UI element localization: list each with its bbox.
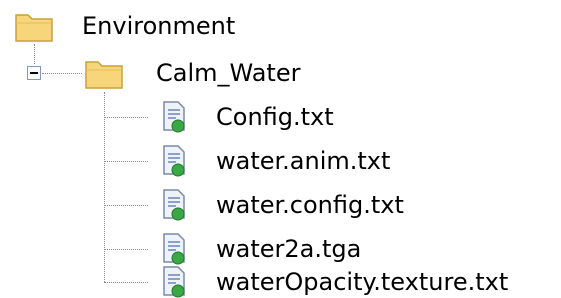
tree-node-file[interactable]: waterOpacity.texture.txt <box>160 260 508 298</box>
tree-connector <box>34 44 35 64</box>
file-icon <box>160 265 188 298</box>
tree-node-file[interactable]: Config.txt <box>160 95 334 139</box>
file-icon <box>160 188 188 222</box>
file-icon <box>160 100 188 134</box>
tree-node-label: water.config.txt <box>216 191 404 219</box>
tree-node-label: waterOpacity.texture.txt <box>216 268 509 296</box>
tree-node-file[interactable]: water.anim.txt <box>160 139 390 183</box>
tree-connector <box>104 282 148 283</box>
tree-connector <box>104 161 148 162</box>
file-icon <box>160 144 188 178</box>
tree-connector <box>104 117 148 118</box>
tree-node-label: Calm_Water <box>156 59 301 87</box>
tree-node-calm-water[interactable]: Calm_Water <box>84 51 300 95</box>
folder-icon <box>84 56 124 90</box>
file-tree: Environment Calm_Water Config.txt water.… <box>0 0 561 298</box>
collapse-toggle[interactable] <box>27 66 41 80</box>
tree-node-environment[interactable]: Environment <box>14 4 235 48</box>
tree-connector <box>42 73 82 74</box>
folder-icon <box>14 9 54 43</box>
tree-node-label: water.anim.txt <box>216 147 391 175</box>
tree-node-file[interactable]: water.config.txt <box>160 183 404 227</box>
tree-node-label: Environment <box>82 12 236 40</box>
tree-connector <box>104 249 148 250</box>
tree-node-label: Config.txt <box>216 103 334 131</box>
tree-connector <box>104 205 148 206</box>
tree-connector <box>104 92 105 282</box>
